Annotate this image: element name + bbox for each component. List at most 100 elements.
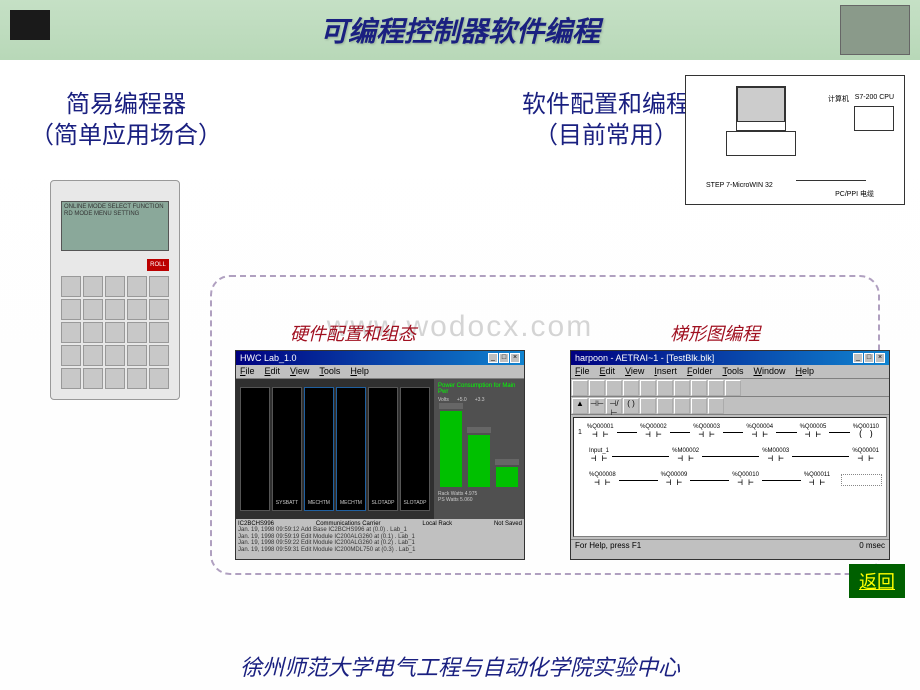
tool-btn[interactable] <box>623 380 639 396</box>
menu-item[interactable]: View <box>290 366 309 377</box>
tool-btn[interactable] <box>640 380 656 396</box>
diagram-label-cpu: S7-200 CPU <box>855 94 894 101</box>
ladder-title-buttons: _ □ × <box>853 353 885 363</box>
sub-label-hardware: 硬件配置和组态 <box>290 320 416 346</box>
power-bar <box>440 411 462 487</box>
contact-nc-icon[interactable]: ⊣/⊢ <box>606 398 622 414</box>
menu-item[interactable]: Help <box>350 366 369 377</box>
ladder-rung: Input_1⊣ ⊢ %M00002⊣ ⊢ %M00003⊣ ⊢ %Q00001… <box>578 446 882 466</box>
subtitle-right: 软件配置和编程 （目前常用） <box>522 90 690 152</box>
device-key <box>105 368 125 389</box>
tool-btn[interactable] <box>657 398 673 414</box>
device-keypad <box>61 276 169 389</box>
device-key <box>61 322 81 343</box>
device-key <box>105 276 125 297</box>
device-key <box>83 322 103 343</box>
device-key <box>61 299 81 320</box>
diagram-label-software: STEP 7-MicroWIN 32 <box>706 182 773 189</box>
device-key <box>61 368 81 389</box>
menu-item[interactable]: Insert <box>654 366 677 377</box>
menu-item[interactable]: Help <box>795 366 814 377</box>
device-key <box>61 276 81 297</box>
ladder-title-bar: harpoon - AETRAI~1 - [TestBlk.blk] _ □ × <box>571 351 889 365</box>
ladder-diagram[interactable]: 1 %Q00001⊣ ⊢ %Q00002⊣ ⊢ %Q00003⊣ ⊢ %Q000… <box>573 417 887 537</box>
close-icon[interactable]: × <box>510 353 520 363</box>
maximize-icon[interactable]: □ <box>864 353 874 363</box>
device-key <box>105 299 125 320</box>
tool-btn[interactable] <box>674 380 690 396</box>
menu-item[interactable]: View <box>625 366 644 377</box>
ladder-toolbar-2: ▲ ⊣⊢ ⊣/⊢ ( ) <box>571 397 889 415</box>
device-key <box>127 345 147 366</box>
header-left-icon <box>10 10 50 40</box>
tool-btn[interactable] <box>691 380 707 396</box>
ladder-window: harpoon - AETRAI~1 - [TestBlk.blk] _ □ ×… <box>570 350 890 560</box>
diagram-plc-box <box>854 106 894 131</box>
rack-slot[interactable]: MECHTM <box>336 387 366 511</box>
rack-slot[interactable]: SYSBATT <box>272 387 302 511</box>
rack-slot[interactable]: SLOTADP <box>400 387 430 511</box>
subtitle-right-line1: 软件配置和编程 <box>522 90 690 121</box>
device-key <box>105 345 125 366</box>
device-key <box>149 368 169 389</box>
sub-label-ladder: 梯形图编程 <box>670 320 760 346</box>
page-title: 可编程控制器软件编程 <box>320 10 600 50</box>
hw-title-text: HWC Lab_1.0 <box>240 353 297 363</box>
rack-slot[interactable] <box>240 387 270 511</box>
diagram-label-cable: PC/PPI 电缆 <box>835 189 874 199</box>
power-bar <box>468 435 490 487</box>
diagram-monitor <box>736 86 786 131</box>
menu-item[interactable]: File <box>575 366 590 377</box>
tool-btn[interactable] <box>640 398 656 414</box>
device-key <box>149 322 169 343</box>
menu-item[interactable]: Tools <box>319 366 340 377</box>
tool-btn[interactable] <box>674 398 690 414</box>
tool-btn[interactable] <box>708 380 724 396</box>
menu-item[interactable]: File <box>240 366 255 377</box>
ladder-menu-bar: File Edit View Insert Folder Tools Windo… <box>571 365 889 379</box>
minimize-icon[interactable]: _ <box>488 353 498 363</box>
hw-title-buttons: _ □ × <box>488 353 520 363</box>
power-bars <box>440 407 518 487</box>
menu-item[interactable]: Folder <box>687 366 713 377</box>
rack-slot[interactable]: SLOTADP <box>368 387 398 511</box>
device-key <box>127 299 147 320</box>
ladder-rung: 1 %Q00001⊣ ⊢ %Q00002⊣ ⊢ %Q00003⊣ ⊢ %Q000… <box>578 422 882 442</box>
contact-no-icon[interactable]: ⊣⊢ <box>589 398 605 414</box>
menu-item[interactable]: Window <box>753 366 785 377</box>
device-screen: ONLINE MODE SELECT FUNCTION RD MODE MENU… <box>61 201 169 251</box>
return-button[interactable]: 返回 <box>849 564 905 598</box>
tool-btn[interactable] <box>708 398 724 414</box>
tool-btn[interactable] <box>606 380 622 396</box>
status-left: For Help, press F1 <box>575 541 641 552</box>
coil-icon[interactable]: ( ) <box>623 398 639 414</box>
subtitle-right-line2: （目前常用） <box>522 121 690 152</box>
device-key <box>83 299 103 320</box>
ladder-rung: %Q00008⊣ ⊢ %Q00009⊣ ⊢ %Q00010⊣ ⊢ %Q00011… <box>578 470 882 490</box>
power-title: Power Consumption for Main Pwr <box>438 383 520 395</box>
tool-btn[interactable] <box>691 398 707 414</box>
tool-btn[interactable] <box>572 380 588 396</box>
menu-item[interactable]: Edit <box>265 366 281 377</box>
header-right-icon <box>840 5 910 55</box>
minimize-icon[interactable]: _ <box>853 353 863 363</box>
content-area: 简易编程器 （简单应用场合） 软件配置和编程 （目前常用） ONLINE MOD… <box>0 60 920 650</box>
device-key <box>61 345 81 366</box>
tool-btn[interactable] <box>589 380 605 396</box>
status-right: 0 msec <box>859 541 885 552</box>
device-key <box>127 368 147 389</box>
subtitle-left-line1: 简易编程器 <box>30 90 222 121</box>
menu-item[interactable]: Tools <box>722 366 743 377</box>
hw-title-bar: HWC Lab_1.0 _ □ × <box>236 351 524 365</box>
tool-btn[interactable] <box>725 380 741 396</box>
menu-item[interactable]: Edit <box>600 366 616 377</box>
device-key <box>127 276 147 297</box>
rack-slot[interactable]: MECHTM <box>304 387 334 511</box>
maximize-icon[interactable]: □ <box>499 353 509 363</box>
pointer-icon[interactable]: ▲ <box>572 398 588 414</box>
tool-btn[interactable] <box>657 380 673 396</box>
power-bar <box>496 467 518 487</box>
ladder-title-text: harpoon - AETRAI~1 - [TestBlk.blk] <box>575 353 714 363</box>
hw-bottom-panel: IC2BCHS996 Communications Carrier Local … <box>236 519 524 559</box>
close-icon[interactable]: × <box>875 353 885 363</box>
